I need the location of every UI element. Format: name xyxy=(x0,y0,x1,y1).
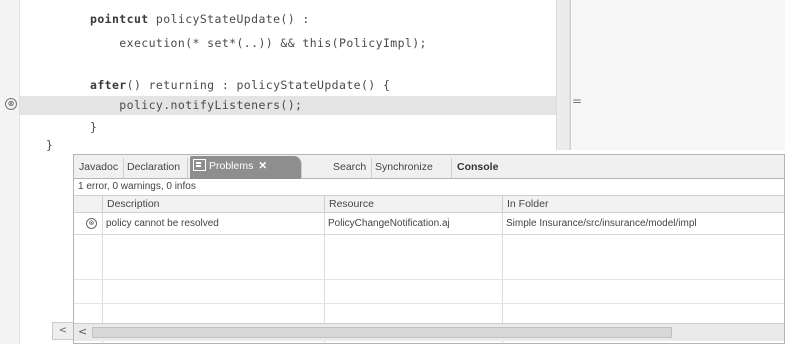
editor-vertical-scrollbar[interactable] xyxy=(556,0,570,150)
scroll-left-icon[interactable]: < xyxy=(78,325,87,338)
tab-problems-label: Problems xyxy=(209,160,254,172)
tab-javadoc[interactable]: Javadoc xyxy=(76,158,124,178)
empty-row-divider xyxy=(74,279,784,280)
column-in-folder[interactable]: In Folder xyxy=(502,196,784,213)
problem-resource: PolicyChangeNotification.aj xyxy=(328,218,450,229)
table-row[interactable]: ⊗ policy cannot be resolved PolicyChange… xyxy=(74,213,784,235)
empty-row-divider xyxy=(74,303,784,304)
problems-view: Javadoc Declaration Problems ✕ Search Syn… xyxy=(73,154,785,344)
error-icon: ⊗ xyxy=(86,218,97,229)
code-line-1[interactable]: pointcut policyStateUpdate() : xyxy=(90,12,310,26)
tab-console[interactable]: Console xyxy=(454,158,506,178)
tab-problems[interactable]: Problems ✕ xyxy=(190,156,302,179)
column-description[interactable]: Description xyxy=(102,196,324,213)
problem-description: policy cannot be resolved xyxy=(106,218,219,229)
sash-handle-icon[interactable]: = xyxy=(572,94,582,108)
code-text: () returning : policyStateUpdate() { xyxy=(126,78,391,92)
code-text: execution(* set*(..)) && this(PolicyImpl… xyxy=(90,36,427,50)
tab-declaration[interactable]: Declaration xyxy=(124,158,188,178)
code-text: policyStateUpdate() : xyxy=(148,12,310,26)
view-tab-bar: Javadoc Declaration Problems ✕ Search Syn… xyxy=(74,155,784,179)
error-marker-icon[interactable]: ⊗ xyxy=(5,98,17,110)
table-header: Description Resource In Folder xyxy=(74,195,784,213)
keyword: pointcut xyxy=(90,12,149,26)
keyword: after xyxy=(90,78,127,92)
problems-summary: 1 error, 0 warnings, 0 infos xyxy=(78,181,196,192)
editor-ruler xyxy=(0,0,20,344)
code-line-4[interactable]: after() returning : policyStateUpdate() … xyxy=(90,78,390,92)
scroll-left-button[interactable]: < xyxy=(52,322,74,340)
problems-icon xyxy=(193,159,206,171)
code-line-7[interactable]: } xyxy=(46,138,53,152)
code-text: policy.notifyListeners(); xyxy=(90,98,303,112)
scrollbar-thumb[interactable] xyxy=(92,327,672,338)
code-line-6[interactable]: } xyxy=(90,120,97,134)
outline-panel xyxy=(570,0,785,150)
tab-search[interactable]: Search xyxy=(330,158,372,178)
table-horizontal-scrollbar[interactable]: < xyxy=(74,323,784,341)
column-resource[interactable]: Resource xyxy=(324,196,502,213)
code-text: } xyxy=(90,120,98,134)
code-line-5[interactable]: policy.notifyListeners(); xyxy=(90,98,302,112)
code-line-2[interactable]: execution(* set*(..)) && this(PolicyImpl… xyxy=(90,36,427,50)
code-text: } xyxy=(46,138,54,152)
problem-folder: Simple Insurance/src/insurance/model/imp… xyxy=(506,218,697,229)
tab-synchronize[interactable]: Synchronize xyxy=(372,158,452,178)
close-icon[interactable]: ✕ xyxy=(258,160,267,172)
